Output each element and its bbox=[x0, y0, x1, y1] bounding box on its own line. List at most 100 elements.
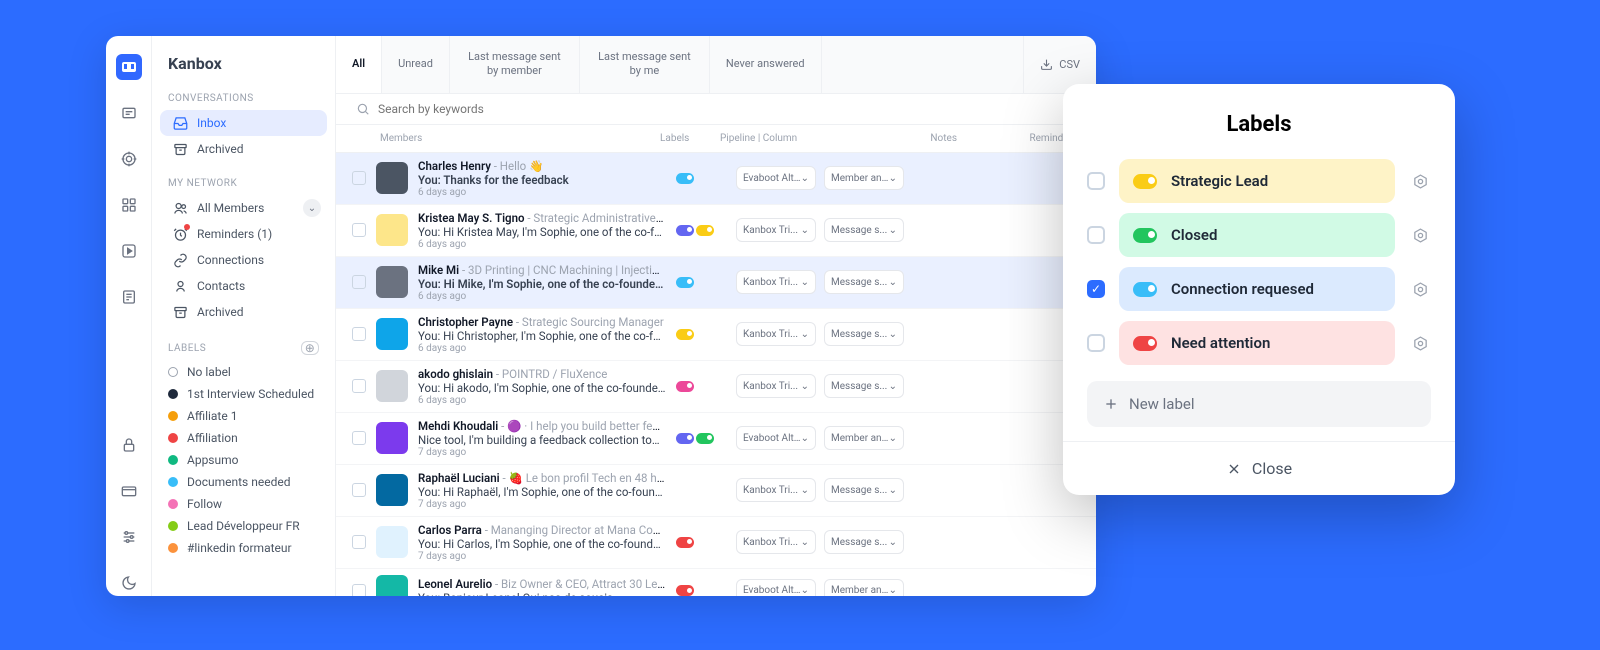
label-checkbox[interactable] bbox=[1087, 334, 1105, 352]
play-icon[interactable] bbox=[116, 238, 142, 264]
label-item-1[interactable]: 1st Interview Scheduled bbox=[152, 383, 335, 405]
label-chip[interactable]: Need attention bbox=[1119, 321, 1395, 365]
gear-icon[interactable] bbox=[1409, 332, 1431, 354]
gear-icon[interactable] bbox=[1409, 170, 1431, 192]
row-checkbox[interactable] bbox=[352, 275, 366, 289]
gear-icon[interactable] bbox=[1409, 278, 1431, 300]
pipeline-select[interactable]: Evaboot Alt...⌄ bbox=[736, 426, 816, 450]
moon-icon[interactable] bbox=[116, 570, 142, 596]
column-select[interactable]: Message s...⌄ bbox=[824, 218, 904, 242]
nav-net-2[interactable]: Connections bbox=[160, 247, 327, 273]
logo-icon[interactable] bbox=[116, 54, 142, 80]
message-preview: You: Hi Christopher, I'm Sophie, one of … bbox=[418, 329, 666, 343]
chevron-down-icon[interactable]: ⌄ bbox=[303, 199, 321, 217]
column-select[interactable]: Message s...⌄ bbox=[824, 270, 904, 294]
message-row[interactable]: Christopher Payne - Strategic Sourcing M… bbox=[336, 309, 1096, 361]
label-item-4[interactable]: Appsumo bbox=[152, 449, 335, 471]
member-name: akodo ghislain bbox=[418, 367, 493, 381]
close-button[interactable]: Close bbox=[1063, 441, 1455, 495]
label-item-3[interactable]: Affiliation bbox=[152, 427, 335, 449]
tab-2[interactable]: Last message sent by member bbox=[449, 36, 579, 93]
label-checkbox[interactable]: ✓ bbox=[1087, 280, 1105, 298]
card-icon[interactable] bbox=[116, 478, 142, 504]
column-select[interactable]: Message s...⌄ bbox=[824, 530, 904, 554]
label-item-6[interactable]: Follow bbox=[152, 493, 335, 515]
column-select[interactable]: Message s...⌄ bbox=[824, 374, 904, 398]
search-row bbox=[336, 94, 1096, 125]
column-select[interactable]: Member an...⌄ bbox=[824, 426, 904, 450]
avatar bbox=[376, 370, 408, 402]
message-row[interactable]: Raphaël Luciani - 🍓 Le bon profil Tech e… bbox=[336, 465, 1096, 517]
brand-title: Kanbox bbox=[152, 54, 335, 87]
label-checkbox[interactable] bbox=[1087, 226, 1105, 244]
chevron-down-icon: ⌄ bbox=[889, 537, 897, 548]
label-chip[interactable]: Closed bbox=[1119, 213, 1395, 257]
pipeline-select[interactable]: Kanbox Tri...⌄ bbox=[736, 270, 816, 294]
row-checkbox[interactable] bbox=[352, 584, 366, 596]
row-checkbox[interactable] bbox=[352, 223, 366, 237]
pipeline-select[interactable]: Kanbox Tri...⌄ bbox=[736, 530, 816, 554]
label-item-2[interactable]: Affiliate 1 bbox=[152, 405, 335, 427]
tab-1[interactable]: Unread bbox=[381, 36, 449, 93]
tab-3[interactable]: Last message sent by me bbox=[579, 36, 709, 93]
nav-net-3[interactable]: Contacts bbox=[160, 273, 327, 299]
pipeline-select[interactable]: Kanbox Tri...⌄ bbox=[736, 322, 816, 346]
avatar bbox=[376, 422, 408, 454]
sliders-icon[interactable] bbox=[116, 524, 142, 550]
column-select[interactable]: Message s...⌄ bbox=[824, 322, 904, 346]
row-checkbox[interactable] bbox=[352, 379, 366, 393]
row-checkbox[interactable] bbox=[352, 171, 366, 185]
lock-icon[interactable] bbox=[116, 432, 142, 458]
pipeline-select[interactable]: Evaboot Alt...⌄ bbox=[736, 579, 816, 596]
row-checkbox[interactable] bbox=[352, 327, 366, 341]
label-dot bbox=[168, 455, 178, 465]
message-row[interactable]: akodo ghislain - POINTRD / FluXenceYou: … bbox=[336, 361, 1096, 413]
nav-conv-1[interactable]: Archived bbox=[160, 136, 327, 162]
label-item-7[interactable]: Lead Développeur FR bbox=[152, 515, 335, 537]
file-icon[interactable] bbox=[116, 284, 142, 310]
nav-net-4[interactable]: Archived bbox=[160, 299, 327, 325]
tab-4[interactable]: Never answered bbox=[709, 36, 821, 93]
label-text: No label bbox=[187, 365, 231, 379]
column-select[interactable]: Member an...⌄ bbox=[824, 579, 904, 596]
label-text: Documents needed bbox=[187, 475, 290, 489]
labels-add-icon[interactable]: ⊕ bbox=[301, 341, 319, 355]
label-checkbox[interactable] bbox=[1087, 172, 1105, 190]
message-row[interactable]: Mehdi Khoudali - 🟣 · I help you build be… bbox=[336, 413, 1096, 465]
pipeline-select[interactable]: Kanbox Tri...⌄ bbox=[736, 478, 816, 502]
gear-icon[interactable] bbox=[1409, 224, 1431, 246]
label-pill bbox=[1133, 282, 1157, 297]
pipeline-select[interactable]: Kanbox Tri...⌄ bbox=[736, 218, 816, 242]
pipeline-select[interactable]: Evaboot Alt...⌄ bbox=[736, 166, 816, 190]
row-checkbox[interactable] bbox=[352, 483, 366, 497]
new-label-button[interactable]: New label bbox=[1087, 381, 1431, 427]
label-chip[interactable]: Connection requesed bbox=[1119, 267, 1395, 311]
member-title: - POINTRD / FluXence bbox=[493, 367, 607, 381]
nav-net-0[interactable]: All Members⌄ bbox=[160, 195, 327, 221]
message-row[interactable]: Charles Henry - Hello 👋You: Thanks for t… bbox=[336, 153, 1096, 205]
message-row[interactable]: Carlos Parra - Mananging Director at Man… bbox=[336, 517, 1096, 569]
search-input[interactable] bbox=[378, 102, 1076, 116]
message-row[interactable]: Kristea May S. Tigno - Strategic Adminis… bbox=[336, 205, 1096, 257]
message-preview: You: Hi Kristea May, I'm Sophie, one of … bbox=[418, 225, 666, 239]
column-select[interactable]: Message s...⌄ bbox=[824, 478, 904, 502]
label-item-5[interactable]: Documents needed bbox=[152, 471, 335, 493]
row-checkbox[interactable] bbox=[352, 535, 366, 549]
nav-label: Inbox bbox=[197, 116, 226, 130]
message-icon[interactable] bbox=[116, 100, 142, 126]
message-row[interactable]: Leonel Aurelio - Biz Owner & CEO, Attrac… bbox=[336, 569, 1096, 596]
grid-icon[interactable] bbox=[116, 192, 142, 218]
label-item-0[interactable]: No label bbox=[152, 361, 335, 383]
section-network: MY NETWORK bbox=[152, 172, 335, 195]
message-row[interactable]: Mike Mi - 3D Printing | CNC Machining | … bbox=[336, 257, 1096, 309]
nav-conv-0[interactable]: Inbox bbox=[160, 110, 327, 136]
row-checkbox[interactable] bbox=[352, 431, 366, 445]
label-chip[interactable]: Strategic Lead bbox=[1119, 159, 1395, 203]
tab-0[interactable]: All bbox=[336, 36, 381, 93]
label-item-8[interactable]: #linkedin formateur bbox=[152, 537, 335, 559]
pipeline-select[interactable]: Kanbox Tri...⌄ bbox=[736, 374, 816, 398]
label-text: Appsumo bbox=[187, 453, 238, 467]
nav-net-1[interactable]: Reminders (1) bbox=[160, 221, 327, 247]
column-select[interactable]: Member an...⌄ bbox=[824, 166, 904, 190]
target-icon[interactable] bbox=[116, 146, 142, 172]
